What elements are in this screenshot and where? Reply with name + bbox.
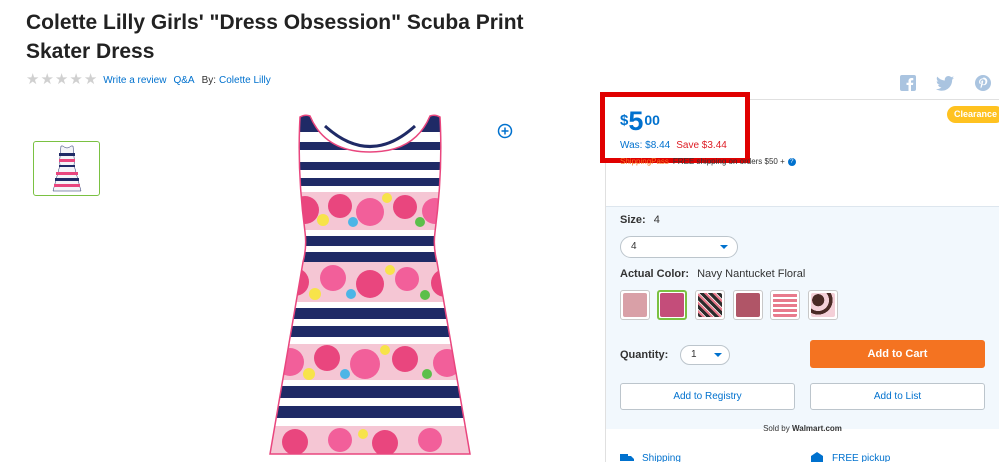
add-to-registry-button[interactable]: Add to Registry [620, 383, 795, 410]
info-icon[interactable]: ? [787, 157, 796, 166]
size-value: 4 [653, 214, 660, 226]
free-shipping-text: FREE shipping on orders $50 + [672, 157, 785, 166]
current-price: $ 5 00 [620, 107, 660, 135]
star-icon: ★ [40, 71, 54, 88]
color-swatch-selected[interactable] [657, 290, 687, 320]
size-label: Size: [620, 214, 646, 226]
size-select[interactable]: 4 [620, 236, 738, 258]
save-amount: Save $3.44 [676, 140, 727, 151]
sold-by-row: Sold by Walmart.com [606, 424, 999, 433]
pinterest-share-button[interactable] [973, 73, 993, 93]
quantity-select[interactable]: 1 [680, 345, 730, 365]
size-selected-value: 4 [631, 241, 637, 252]
store-icon [811, 452, 823, 462]
sold-by-label: Sold by [763, 424, 790, 433]
swatch-fill [811, 293, 835, 317]
quantity-label: Quantity: [620, 349, 669, 361]
sold-by-seller: Walmart.com [791, 424, 842, 433]
pickup-label: FREE pickup [832, 452, 891, 462]
shipping-option[interactable]: Shipping [620, 452, 681, 462]
shipping-label: Shipping [642, 452, 681, 462]
shipping-pass-label: ShippingPass [620, 157, 669, 166]
star-icon: ★ [26, 71, 40, 88]
dress-thumbnail-image [52, 145, 81, 191]
pickup-option[interactable]: FREE pickup [810, 452, 890, 462]
twitter-share-button[interactable] [935, 73, 955, 93]
write-review-link[interactable]: Write a review [103, 75, 166, 86]
size-label-row: Size: 4 [620, 214, 660, 226]
zoom-icon[interactable] [497, 123, 513, 139]
qa-link[interactable]: Q&A [173, 75, 194, 86]
color-label-row: Actual Color: Navy Nantucket Floral [620, 268, 805, 280]
color-swatch[interactable] [808, 290, 838, 320]
chevron-down-icon [714, 353, 722, 357]
truck-icon [620, 454, 634, 461]
star-icon: ★ [83, 71, 98, 88]
color-label: Actual Color: [620, 268, 690, 280]
color-swatch[interactable] [733, 290, 763, 320]
color-swatch[interactable] [695, 290, 725, 320]
facebook-icon [900, 75, 916, 91]
chevron-down-icon [720, 245, 728, 249]
star-icon: ★ [69, 71, 83, 88]
was-price-row: Was: $8.44 Save $3.44 [620, 140, 727, 151]
product-thumbnail[interactable] [33, 141, 100, 196]
swatch-fill [736, 293, 760, 317]
by-label: By: [201, 74, 217, 86]
price-dollars: 5 [628, 106, 644, 136]
add-to-list-button[interactable]: Add to List [810, 383, 985, 410]
swatch-fill [623, 293, 647, 317]
price-highlight-box: $ 5 00 Was: $8.44 Save $3.44 [600, 92, 750, 163]
color-swatch[interactable] [620, 290, 650, 320]
color-value: Navy Nantucket Floral [697, 268, 806, 280]
facebook-share-button[interactable] [898, 73, 918, 93]
product-main-image[interactable] [265, 112, 475, 457]
quantity-value: 1 [691, 349, 697, 360]
shipping-info: ShippingPass FREE shipping on orders $50… [620, 157, 796, 166]
swatch-fill [773, 293, 797, 317]
price-cents: 00 [644, 112, 660, 128]
pinterest-icon [975, 75, 991, 91]
swatch-fill [660, 293, 684, 317]
brand-link[interactable]: Colette Lilly [219, 75, 271, 86]
star-icon: ★ [54, 71, 69, 88]
rating-stars[interactable]: ★ ★ ★ ★ ★ [26, 71, 98, 88]
clearance-badge: Clearance [947, 106, 999, 123]
product-meta: ★ ★ ★ ★ ★ Write a review Q&A By: Colette… [26, 71, 278, 88]
add-to-cart-button[interactable]: Add to Cart [810, 340, 985, 368]
product-title: Colette Lilly Girls' "Dress Obsession" S… [26, 11, 524, 63]
was-price: Was: $8.44 [620, 140, 671, 151]
color-swatch[interactable] [770, 290, 800, 320]
price-currency: $ [620, 112, 629, 129]
twitter-icon [936, 75, 954, 91]
swatch-fill [698, 293, 722, 317]
